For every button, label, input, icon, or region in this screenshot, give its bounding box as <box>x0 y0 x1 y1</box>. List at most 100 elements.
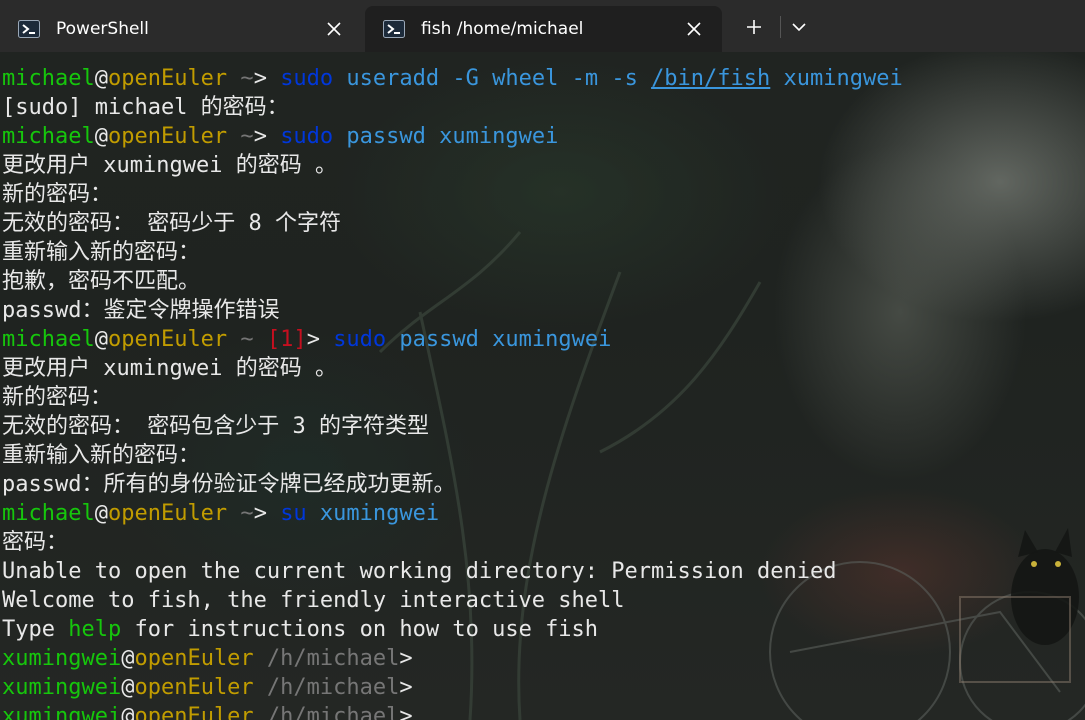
terminal-area[interactable]: michael@openEuler ~> sudo useradd -G whe… <box>0 52 1085 720</box>
output-line: passwd：鉴定令牌操作错误 <box>2 296 903 325</box>
prompt-user: michael <box>2 124 95 149</box>
output-text: Type <box>2 617 69 642</box>
prompt-user: michael <box>2 327 95 352</box>
prompt-path: /h/michael <box>253 704 400 720</box>
prompt-host: openEuler <box>107 327 228 352</box>
output-line: 更改用户 xumingwei 的密码 。 <box>2 151 903 180</box>
output-line: 更改用户 xumingwei 的密码 。 <box>2 354 903 383</box>
prompt-symbol: > <box>399 704 413 720</box>
output-line: 无效的密码： 密码包含少于 3 的字符类型 <box>2 412 903 441</box>
tab-fish[interactable]: fish /home/michael <box>365 6 722 52</box>
output-text: 更改用户 xumingwei 的密码 。 <box>2 153 337 178</box>
prompt-symbol: > <box>399 675 413 700</box>
output-line: Unable to open the current working direc… <box>2 557 903 586</box>
prompt-path: ~ <box>227 501 254 526</box>
prompt-path: /h/michael <box>253 675 400 700</box>
plus-icon <box>747 20 761 34</box>
output-text: [sudo] michael 的密码： <box>2 95 289 120</box>
powershell-icon <box>383 20 405 38</box>
output-text: 无效的密码： 密码包含少于 3 的字符类型 <box>2 414 429 439</box>
prompt-line: xumingwei@openEuler /h/michael> <box>2 673 903 702</box>
prompt-symbol: > <box>399 646 413 671</box>
output-text: 重新输入新的密码： <box>2 240 201 265</box>
output-line: 抱歉，密码不匹配。 <box>2 267 903 296</box>
prompt-status: [1] <box>266 327 307 352</box>
prompt-user: michael <box>2 66 95 91</box>
output-line: Type help for instructions on how to use… <box>2 615 903 644</box>
tab-title: PowerShell <box>56 19 149 39</box>
command-argument: xumingwei <box>770 66 903 91</box>
output-text: 无效的密码： 密码少于 8 个字符 <box>2 211 341 236</box>
prompt-at: @ <box>94 327 108 352</box>
prompt-host: openEuler <box>107 501 228 526</box>
output-text: Welcome to fish, the friendly interactiv… <box>2 588 625 613</box>
output-text: Unable to open the current working direc… <box>2 559 837 584</box>
prompt-line: xumingwei@openEuler /h/michael> <box>2 644 903 673</box>
prompt-at: @ <box>94 66 108 91</box>
command: sudo <box>280 124 334 149</box>
output-line: [sudo] michael 的密码： <box>2 93 903 122</box>
output-text: 密码： <box>2 530 69 555</box>
output-line: 新的密码： <box>2 180 903 209</box>
prompt-host: openEuler <box>107 124 228 149</box>
prompt-user: xumingwei <box>2 646 122 671</box>
prompt-symbol: > <box>253 501 281 526</box>
output-line: 密码： <box>2 528 903 557</box>
output-text: 新的密码： <box>2 385 113 410</box>
output-line: passwd：所有的身份验证令牌已经成功更新。 <box>2 470 903 499</box>
output-line: 无效的密码： 密码少于 8 个字符 <box>2 209 903 238</box>
prompt-at: @ <box>94 501 108 526</box>
output-text: passwd：所有的身份验证令牌已经成功更新。 <box>2 472 456 497</box>
prompt-path: ~ <box>227 124 254 149</box>
prompt-symbol: > <box>253 66 281 91</box>
prompt-line: michael@openEuler ~ [1]> sudo passwd xum… <box>2 325 903 354</box>
prompt-host: openEuler <box>134 704 254 720</box>
help-keyword: help <box>68 617 122 642</box>
prompt-host: openEuler <box>107 66 228 91</box>
tab-separator <box>780 16 781 38</box>
tab-powershell[interactable]: PowerShell <box>0 6 362 52</box>
prompt-symbol: > <box>306 327 334 352</box>
powershell-icon <box>18 20 40 38</box>
prompt-user: michael <box>2 501 95 526</box>
prompt-user: xumingwei <box>2 704 122 720</box>
prompt-line: michael@openEuler ~> sudo useradd -G whe… <box>2 64 903 93</box>
command: sudo <box>333 327 387 352</box>
tab-dropdown-button[interactable] <box>786 12 812 42</box>
tab-title: fish /home/michael <box>421 19 584 39</box>
output-text: 更改用户 xumingwei 的密码 。 <box>2 356 337 381</box>
output-text: 抱歉，密码不匹配。 <box>2 269 201 294</box>
prompt-line: michael@openEuler ~> sudo passwd xumingw… <box>2 122 903 151</box>
prompt-at: @ <box>121 704 135 720</box>
output-line: 重新输入新的密码： <box>2 238 903 267</box>
output-text: for instructions on how to use fish <box>121 617 599 642</box>
prompt-path: /h/michael <box>253 646 400 671</box>
output-text: passwd：鉴定令牌操作错误 <box>2 298 280 323</box>
close-icon[interactable] <box>322 17 346 41</box>
prompt-at: @ <box>121 675 135 700</box>
close-icon[interactable] <box>682 17 706 41</box>
terminal-output: michael@openEuler ~> sudo useradd -G whe… <box>2 64 903 720</box>
command-argument: passwd xumingwei <box>386 327 612 352</box>
path-argument: /bin/fish <box>651 66 771 91</box>
prompt-host: openEuler <box>134 675 254 700</box>
command-argument: xumingwei <box>306 501 440 526</box>
prompt-at: @ <box>94 124 108 149</box>
prompt-line: xumingwei@openEuler /h/michael> <box>2 702 903 720</box>
prompt-path: ~ <box>227 66 254 91</box>
command-argument: passwd xumingwei <box>333 124 559 149</box>
output-line: Welcome to fish, the friendly interactiv… <box>2 586 903 615</box>
prompt-host: openEuler <box>134 646 254 671</box>
output-line: 重新输入新的密码： <box>2 441 903 470</box>
chevron-down-icon <box>792 23 806 32</box>
output-text: 重新输入新的密码： <box>2 443 201 468</box>
command: su <box>280 501 307 526</box>
prompt-symbol: > <box>253 124 281 149</box>
prompt-path: ~ <box>227 327 267 352</box>
prompt-at: @ <box>121 646 135 671</box>
output-text: 新的密码： <box>2 182 113 207</box>
prompt-user: xumingwei <box>2 675 122 700</box>
command-argument: useradd -G wheel -m -s <box>333 66 652 91</box>
new-tab-button[interactable] <box>739 12 769 42</box>
prompt-line: michael@openEuler ~> su xumingwei <box>2 499 903 528</box>
